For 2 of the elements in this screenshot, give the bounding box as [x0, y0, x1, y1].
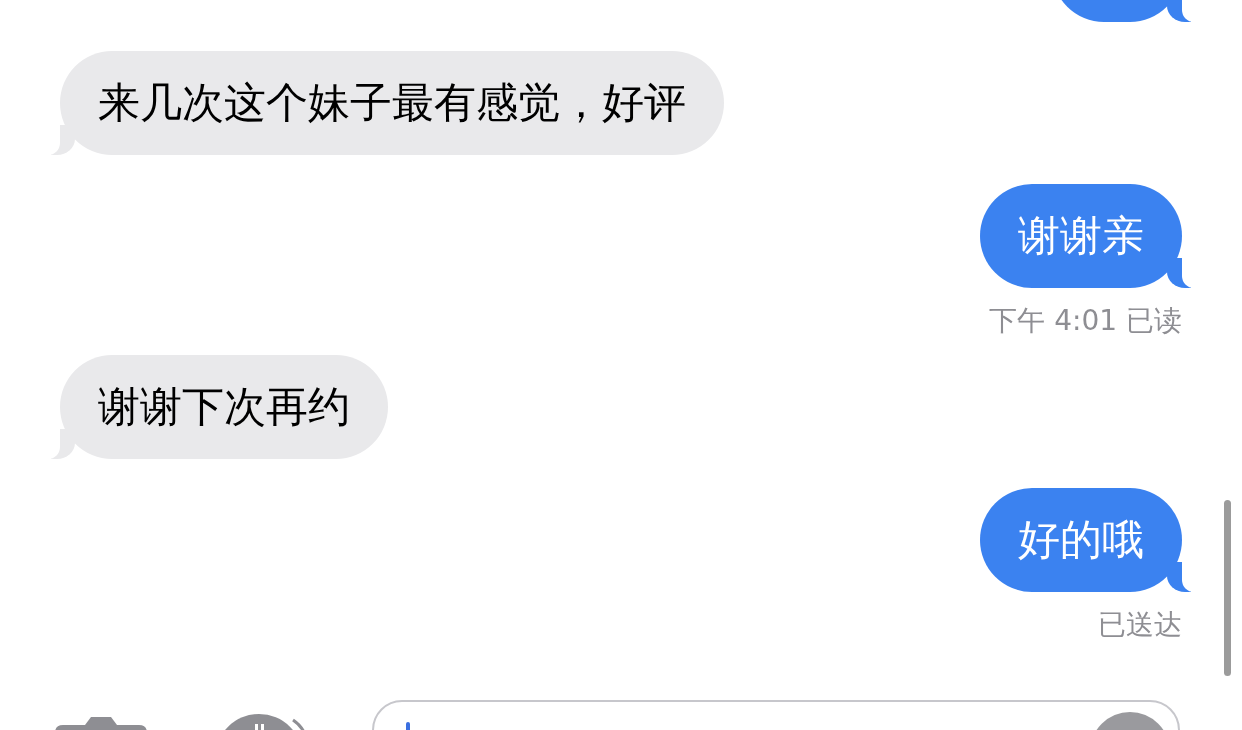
message-status: 已送达 [1098, 607, 1182, 643]
message-status: 下午 4:01 已读 [989, 303, 1182, 339]
